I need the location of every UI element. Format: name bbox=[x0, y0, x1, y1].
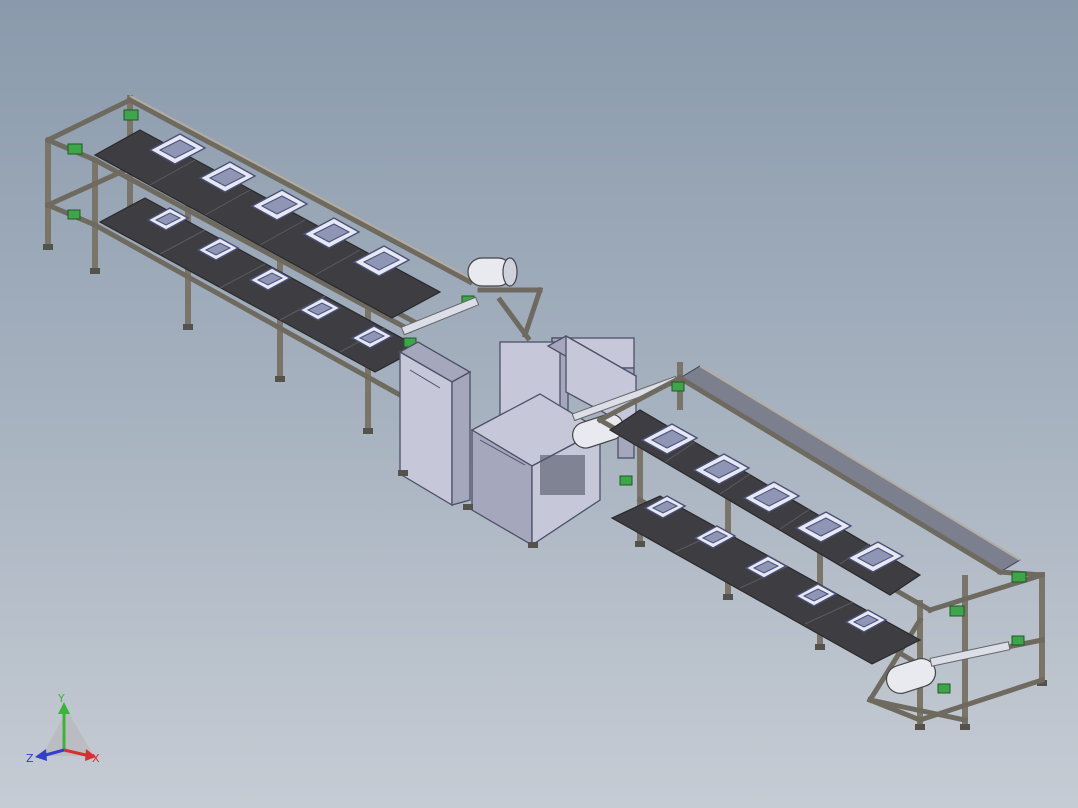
z-axis-label: Z bbox=[26, 752, 34, 765]
conveyor-assembly-model[interactable] bbox=[0, 0, 1078, 808]
y-axis-label: Y bbox=[57, 692, 65, 705]
coordinate-triad: Y X Z bbox=[26, 692, 100, 765]
x-axis-label: X bbox=[92, 752, 100, 765]
triad-base-icon bbox=[42, 710, 94, 756]
z-arrowhead-icon bbox=[35, 749, 47, 761]
cad-viewport[interactable]: Y X Z bbox=[0, 0, 1078, 808]
